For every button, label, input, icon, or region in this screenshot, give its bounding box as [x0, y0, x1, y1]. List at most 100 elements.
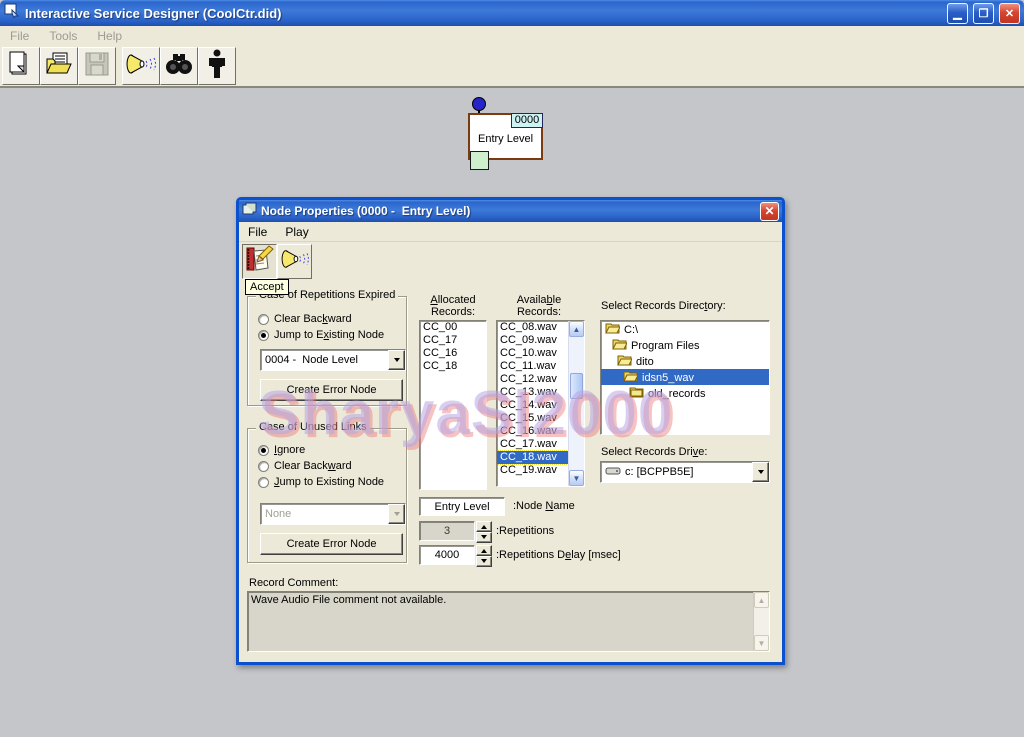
radio-icon[interactable]	[258, 330, 269, 341]
combo-value: None	[261, 504, 388, 524]
closed-folder-icon	[629, 386, 644, 401]
chevron-down-icon[interactable]	[388, 350, 405, 370]
allocated-records-label: Allocated Records:	[417, 294, 489, 318]
accept-icon	[245, 244, 275, 279]
spin-up-icon[interactable]	[476, 521, 492, 532]
radio-icon[interactable]	[258, 477, 269, 488]
list-item[interactable]: CC_11.wav	[497, 360, 568, 373]
tree-item[interactable]: old_records	[601, 385, 769, 401]
repetitions-input	[419, 521, 475, 541]
new-file-button[interactable]	[2, 47, 40, 85]
jump-node-combo[interactable]: 0004 - Node Level	[260, 349, 406, 371]
list-item[interactable]: CC_19.wav	[497, 464, 568, 477]
radio-icon[interactable]	[258, 461, 269, 472]
chevron-down-icon[interactable]	[752, 462, 769, 482]
tree-item[interactable]: Program Files	[601, 337, 769, 353]
chevron-down-icon	[388, 504, 405, 524]
list-item[interactable]: CC_17	[420, 334, 486, 347]
scrollbar-thumb[interactable]	[570, 373, 583, 399]
dialog-play-sound-button[interactable]	[277, 244, 312, 279]
user-button[interactable]	[198, 47, 236, 85]
menu-tools[interactable]: Tools	[39, 27, 87, 45]
node-exit-connector[interactable]	[470, 151, 489, 170]
tree-item[interactable]: C:\	[601, 321, 769, 337]
node-name-input[interactable]	[419, 497, 505, 516]
repetitions-spinner[interactable]	[476, 521, 492, 541]
list-item[interactable]: CC_16	[420, 347, 486, 360]
create-error-node-button[interactable]: Create Error Node	[260, 533, 403, 555]
menu-help[interactable]: Help	[87, 27, 132, 45]
dialog-icon	[242, 202, 257, 221]
radio-clear-backward[interactable]: Clear Backward	[258, 460, 352, 472]
delay-spinner[interactable]	[476, 545, 492, 565]
list-item[interactable]: CC_13.wav	[497, 386, 568, 399]
scroll-up-icon[interactable]: ▲	[569, 321, 584, 337]
new-file-icon	[8, 50, 34, 83]
scroll-down-icon: ▼	[754, 635, 769, 651]
tree-item-label: Program Files	[631, 340, 699, 352]
node-label: Entry Level	[470, 133, 541, 145]
node-id-badge: 0000	[511, 113, 543, 128]
list-item[interactable]: CC_15.wav	[497, 412, 568, 425]
list-item[interactable]: CC_08.wav	[497, 321, 568, 334]
records-directory-tree[interactable]: C:\ Program Files dito idsn5_wav old_rec…	[600, 320, 770, 435]
tree-item[interactable]: dito	[601, 353, 769, 369]
list-item[interactable]: CC_17.wav	[497, 438, 568, 451]
list-item[interactable]: CC_14.wav	[497, 399, 568, 412]
open-folder-icon	[623, 370, 638, 385]
record-comment-label: Record Comment:	[249, 577, 338, 589]
scroll-down-icon[interactable]: ▼	[569, 470, 584, 486]
list-item[interactable]: CC_09.wav	[497, 334, 568, 347]
allocated-records-list[interactable]: CC_00 CC_17 CC_16 CC_18	[419, 320, 487, 490]
comment-scrollbar: ▲ ▼	[753, 592, 769, 651]
dialog-menubar: File Play	[239, 222, 782, 242]
unused-jump-node-combo: None	[260, 503, 406, 525]
list-item[interactable]: CC_12.wav	[497, 373, 568, 386]
find-button[interactable]	[160, 47, 198, 85]
records-drive-label: Select Records Drive:	[601, 446, 707, 458]
spin-up-icon[interactable]	[476, 545, 492, 556]
radio-label: Clear Backward	[274, 460, 352, 472]
dialog-title: Node Properties (0000 - Entry Level)	[261, 204, 756, 218]
restore-button[interactable]: ❐	[973, 3, 994, 24]
available-records-list[interactable]: CC_08.wav CC_09.wav CC_10.wav CC_11.wav …	[496, 320, 585, 487]
tree-item-label: idsn5_wav	[642, 372, 694, 384]
dialog-close-button[interactable]: ✕	[760, 202, 779, 221]
create-error-node-button[interactable]: Create Error Node	[260, 379, 403, 401]
repetitions-delay-input[interactable]	[419, 545, 475, 565]
dialog-titlebar[interactable]: Node Properties (0000 - Entry Level) ✕	[239, 200, 782, 222]
radio-label: Jump to Existing Node	[274, 329, 384, 341]
accept-button[interactable]	[242, 244, 277, 279]
dialog-menu-play[interactable]: Play	[276, 223, 317, 241]
close-button[interactable]: ✕	[999, 3, 1020, 24]
radio-clear-backward[interactable]: Clear Backward	[258, 313, 352, 325]
list-item[interactable]: CC_10.wav	[497, 347, 568, 360]
main-titlebar[interactable]: Interactive Service Designer (CoolCtr.di…	[0, 0, 1024, 26]
list-item[interactable]: CC_00	[420, 321, 486, 334]
spin-down-icon[interactable]	[476, 532, 492, 543]
menu-file[interactable]: File	[0, 27, 39, 45]
dialog-menu-file[interactable]: File	[239, 223, 276, 241]
tree-item-selected[interactable]: idsn5_wav	[601, 369, 769, 385]
node-entry-connector[interactable]	[472, 97, 486, 111]
radio-jump-existing[interactable]: Jump to Existing Node	[258, 476, 384, 488]
radio-icon[interactable]	[258, 314, 269, 325]
group-title: Case of Unused Links	[256, 421, 370, 433]
minimize-button[interactable]: ▁	[947, 3, 968, 24]
record-comment-text: Wave Audio File comment not available.	[248, 592, 769, 608]
records-drive-combo[interactable]: c: [BCPPB5E]	[600, 461, 770, 483]
available-list-scrollbar[interactable]: ▲ ▼	[568, 321, 584, 486]
open-file-button[interactable]	[40, 47, 78, 85]
play-sound-button[interactable]	[122, 47, 160, 85]
spin-down-icon[interactable]	[476, 556, 492, 567]
list-item[interactable]: CC_16.wav	[497, 425, 568, 438]
repetitions-label: :Repetitions	[496, 525, 554, 537]
radio-icon[interactable]	[258, 445, 269, 456]
list-item-selected[interactable]: CC_18.wav	[497, 451, 568, 464]
list-item[interactable]: CC_18	[420, 360, 486, 373]
user-icon	[208, 49, 226, 84]
dialog-toolbar	[239, 242, 782, 281]
radio-ignore[interactable]: Ignore	[258, 444, 305, 456]
radio-jump-existing[interactable]: Jump to Existing Node	[258, 329, 384, 341]
radio-label: Clear Backward	[274, 313, 352, 325]
